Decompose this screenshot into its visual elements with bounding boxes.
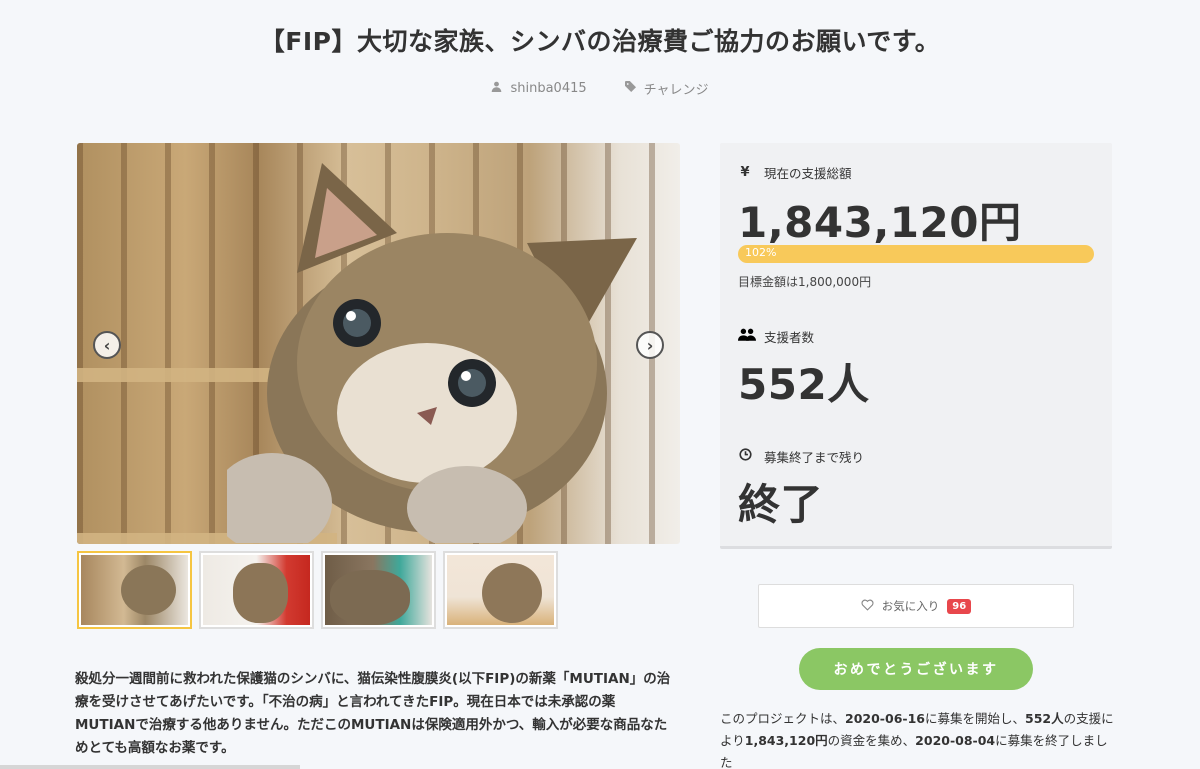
gallery-thumbnail-4[interactable] bbox=[443, 551, 558, 629]
kitten-illustration bbox=[227, 163, 637, 543]
total-label-row: ¥ 現在の支援総額 bbox=[738, 163, 852, 182]
tag-icon bbox=[624, 81, 636, 96]
supporters-label: 支援者数 bbox=[764, 330, 815, 345]
summary-end-date: 2020-08-04 bbox=[915, 733, 996, 748]
summary-text-4: より bbox=[720, 733, 745, 748]
heart-icon bbox=[861, 599, 874, 614]
gallery-thumbnail-2[interactable] bbox=[199, 551, 314, 629]
users-icon bbox=[738, 328, 756, 345]
gallery-next-button[interactable]: › bbox=[636, 331, 664, 359]
page-title: 【FIP】大切な家族、シンバの治療費ご協力のお願いです。 bbox=[259, 27, 941, 56]
summary-text-3: の支援に bbox=[1063, 711, 1114, 726]
summary-text-5: の資金を集め、 bbox=[827, 733, 916, 748]
summary-text-1: このプロジェクトは、 bbox=[720, 711, 846, 726]
project-summary: このプロジェクトは、2020-06-16に募集を開始し、552人の支援により1,… bbox=[720, 708, 1120, 769]
remaining-label-row: 募集終了まで残り bbox=[738, 447, 864, 466]
main-project-image bbox=[77, 143, 680, 544]
clock-icon bbox=[738, 448, 752, 465]
progress-percent: 102% bbox=[745, 246, 777, 259]
funding-progress-bar: 102% bbox=[738, 245, 1094, 263]
category-name: チャレンジ bbox=[643, 83, 709, 98]
project-description: 殺処分一週間前に救われた保護猫のシンバに、猫伝染性腹膜炎(以下FIP)の新薬「M… bbox=[75, 671, 671, 756]
summary-start-date: 2020-06-16 bbox=[845, 711, 925, 726]
favorite-count-badge: 96 bbox=[947, 598, 972, 614]
author-name: shinba0415 bbox=[510, 81, 587, 96]
congratulations-button[interactable]: おめでとうございます bbox=[799, 648, 1033, 690]
funding-stats-panel: ¥ 現在の支援総額 1,843,120円 102% 目標金額は1,800,000… bbox=[720, 143, 1112, 549]
total-label: 現在の支援総額 bbox=[764, 166, 852, 181]
project-meta: shinba0415 チャレンジ bbox=[0, 79, 1200, 98]
user-icon bbox=[491, 81, 502, 96]
chevron-right-icon: › bbox=[646, 335, 654, 355]
gallery-prev-button[interactable]: ‹ bbox=[93, 331, 121, 359]
favorite-button[interactable]: お気に入り 96 bbox=[758, 584, 1074, 628]
summary-text-2: に募集を開始し、 bbox=[924, 711, 1025, 726]
summary-supporters: 552人 bbox=[1025, 711, 1064, 726]
total-amount: 1,843,120円 bbox=[738, 198, 1022, 247]
supporters-count: 552人 bbox=[738, 360, 870, 409]
supporters-label-row: 支援者数 bbox=[738, 327, 814, 346]
yen-icon: ¥ bbox=[740, 165, 750, 180]
horizontal-scrollbar[interactable] bbox=[0, 765, 300, 769]
goal-amount: 目標金額は1,800,000円 bbox=[738, 275, 872, 289]
favorite-label: お気に入り bbox=[881, 599, 940, 613]
gallery-thumbnails bbox=[77, 551, 558, 629]
gallery-thumbnail-3[interactable] bbox=[321, 551, 436, 629]
summary-amount: 1,843,120円 bbox=[744, 733, 828, 748]
author-link[interactable]: shinba0415 bbox=[491, 79, 587, 98]
category-link[interactable]: チャレンジ bbox=[624, 79, 709, 98]
remaining-label: 募集終了まで残り bbox=[764, 450, 865, 465]
gallery-thumbnail-1[interactable] bbox=[77, 551, 192, 629]
chevron-left-icon: ‹ bbox=[103, 335, 111, 355]
remaining-value: 終了 bbox=[738, 480, 824, 529]
